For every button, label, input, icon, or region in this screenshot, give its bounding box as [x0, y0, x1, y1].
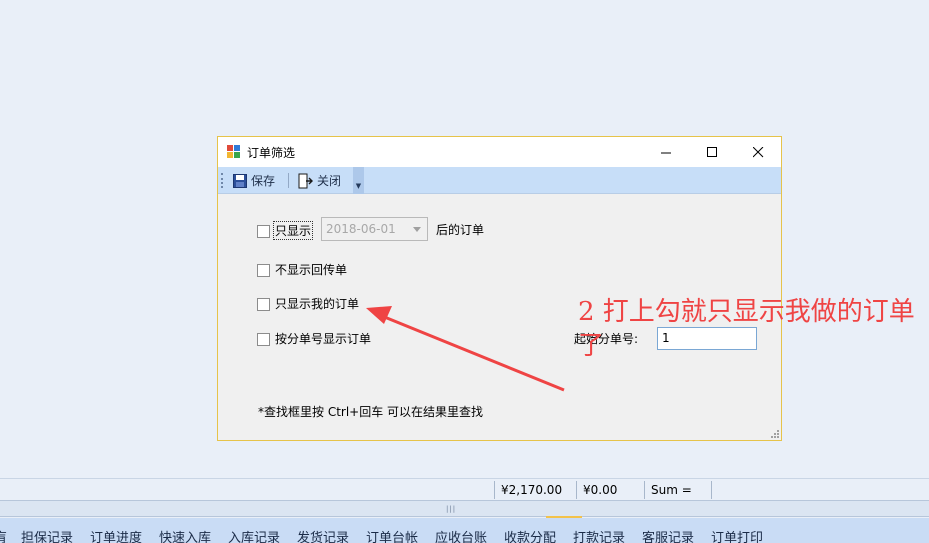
only-my-orders-label: 只显示我的订单	[275, 297, 360, 311]
after-date-label: 后的订单	[436, 223, 485, 237]
splitter-grip-icon: |||	[446, 505, 457, 513]
tab-payout-records[interactable]: 打款记录	[573, 527, 625, 543]
dialog-toolbar: 保存 关闭 ▼	[218, 167, 781, 194]
app-icon	[227, 145, 240, 158]
save-icon	[233, 173, 247, 188]
toolbar-grip[interactable]	[221, 173, 223, 188]
toolbar-separator	[288, 173, 289, 188]
tab-payment-allocation[interactable]: 收款分配	[504, 527, 556, 543]
dialog-title: 订单筛选	[247, 146, 296, 160]
tab-quick-stock-in[interactable]: 快速入库	[159, 527, 211, 543]
only-show-after-date-checkbox[interactable]	[257, 225, 270, 238]
search-hint: *查找框里按 Ctrl+回车 可以在结果里查找	[258, 405, 484, 419]
tab-order-print[interactable]: 订单打印	[711, 527, 763, 543]
date-value: 2018-06-01	[326, 222, 396, 236]
tab-order-progress[interactable]: 订单进度	[90, 527, 142, 543]
close-button[interactable]: 关闭	[294, 170, 344, 191]
tab-stock-in-records[interactable]: 入库记录	[228, 527, 280, 543]
panel-splitter[interactable]: |||	[0, 500, 929, 519]
dialog-titlebar[interactable]: 订单筛选	[218, 137, 781, 167]
tab-partial[interactable]: 肓	[0, 527, 7, 543]
order-filter-dialog: 订单筛选 保存 关闭 ▼ 只显示 2018-06-01 后的订单 不显示回传单 …	[217, 136, 782, 441]
by-sub-number-checkbox[interactable]	[257, 333, 270, 346]
maximize-button[interactable]	[689, 137, 735, 167]
close-label: 关闭	[317, 174, 342, 188]
only-show-after-date-label: 只显示	[273, 221, 314, 240]
tab-order-ledger[interactable]: 订单台帐	[366, 527, 418, 543]
save-label: 保存	[251, 174, 276, 188]
minimize-icon	[660, 152, 671, 153]
tab-guarantee-records[interactable]: 担保记录	[21, 527, 73, 543]
resize-grip-icon[interactable]	[771, 430, 779, 438]
tab-service-records[interactable]: 客服记录	[642, 527, 694, 543]
annotation-text: 2 打上勾就只显示我做的订单了	[578, 297, 915, 361]
date-picker[interactable]: 2018-06-01	[321, 217, 428, 241]
status-bar: ¥2,170.00 ¥0.00 Sum = 2...	[0, 478, 929, 515]
close-icon	[752, 146, 763, 157]
tab-shipping-records[interactable]: 发货记录	[297, 527, 349, 543]
status-sum: Sum = 2...	[644, 481, 712, 515]
exit-door-icon	[298, 173, 313, 188]
maximize-icon	[706, 146, 717, 157]
save-button[interactable]: 保存	[230, 170, 278, 191]
status-amount-1: ¥2,170.00	[494, 481, 576, 499]
chevron-down-icon	[413, 227, 421, 232]
by-sub-number-label: 按分单号显示订单	[275, 332, 372, 346]
minimize-button[interactable]	[643, 137, 689, 167]
toolbar-overflow-button[interactable]: ▼	[353, 167, 364, 194]
only-my-orders-checkbox[interactable]	[257, 298, 270, 311]
hide-returned-label: 不显示回传单	[275, 263, 348, 277]
bottom-tab-bar: 肓 担保记录 订单进度 快速入库 入库记录 发货记录 订单台帐 应收台账 收款分…	[0, 518, 929, 543]
close-window-button[interactable]	[735, 137, 781, 167]
hide-returned-checkbox[interactable]	[257, 264, 270, 277]
tab-receivables-ledger[interactable]: 应收台账	[435, 527, 487, 543]
status-amount-2: ¥0.00	[576, 481, 644, 499]
